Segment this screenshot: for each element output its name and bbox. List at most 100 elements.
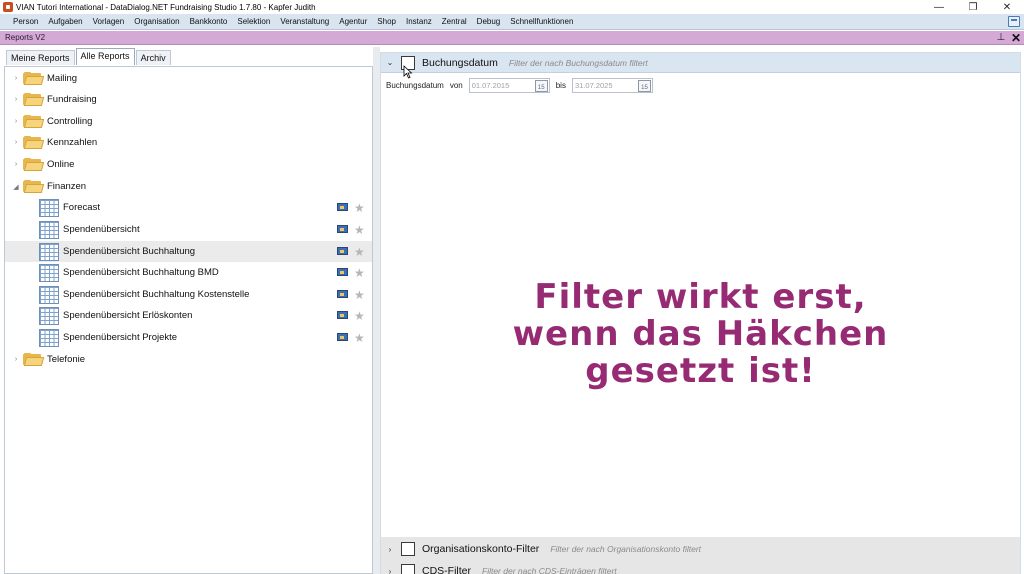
filter-enable-checkbox[interactable]: [401, 542, 415, 556]
expand-arrow-icon[interactable]: ›: [13, 96, 19, 103]
favorite-star-icon[interactable]: ★: [354, 331, 365, 345]
folder-label: Telefonie: [47, 354, 86, 365]
report-table-icon: [39, 198, 59, 217]
to-date-input[interactable]: 31.07.2025 15: [571, 78, 653, 93]
menu-veranstaltung[interactable]: Veranstaltung: [275, 17, 334, 26]
date-range-row: Buchungsdatum von 01.07.2015 15 bis 31.0…: [386, 77, 659, 94]
report-label: Spendenübersicht Projekte: [63, 332, 178, 343]
minimize-button[interactable]: —: [922, 0, 956, 14]
tab-alle-reports[interactable]: Alle Reports: [75, 48, 135, 65]
report-table-icon: [39, 328, 59, 347]
report-row[interactable]: Spendenübersicht ★: [5, 219, 372, 240]
report-row[interactable]: Forecast ★: [5, 197, 372, 218]
favorite-star-icon[interactable]: ★: [354, 288, 365, 302]
filter-header-organisationskonto[interactable]: › Organisationskonto-Filter Filter der n…: [381, 539, 1020, 559]
expand-arrow-icon[interactable]: ›: [13, 356, 19, 363]
report-row[interactable]: Spendenübersicht Erlöskonten ★: [5, 305, 372, 326]
open-report-icon[interactable]: [337, 202, 349, 213]
tutorial-annotation: Filter wirkt erst, wenn das Häkchen gese…: [381, 279, 1020, 390]
panel-splitter[interactable]: [373, 47, 380, 574]
filter-panel: ⌄ Buchungsdatum Filter der nach Buchungs…: [380, 52, 1021, 574]
from-date-input[interactable]: 01.07.2015 15: [468, 78, 550, 93]
report-table-icon: [39, 263, 59, 282]
open-report-icon[interactable]: [337, 246, 349, 257]
tab-archiv[interactable]: Archiv: [135, 50, 171, 65]
close-document-button[interactable]: ✕: [1008, 31, 1024, 45]
maximize-button[interactable]: ❐: [956, 0, 990, 14]
menu-organisation[interactable]: Organisation: [129, 17, 184, 26]
favorite-star-icon[interactable]: ★: [354, 201, 365, 215]
folder-row-mailing[interactable]: › Mailing: [5, 68, 372, 89]
folder-icon: [23, 115, 45, 128]
calendar-icon[interactable]: 15: [637, 79, 651, 92]
collapse-arrow-icon[interactable]: ◢: [13, 183, 19, 191]
menu-aufgaben[interactable]: Aufgaben: [43, 17, 87, 26]
expand-chevron-icon[interactable]: ›: [383, 567, 397, 574]
report-row-selected[interactable]: Spendenübersicht Buchhaltung ★: [5, 241, 372, 262]
reports-tabs: Meine Reports Alle Reports Archiv: [6, 48, 172, 65]
app-logo-icon: [3, 2, 13, 12]
filter-enable-checkbox[interactable]: [401, 564, 415, 574]
report-table-icon: [39, 242, 59, 261]
expand-arrow-icon[interactable]: ›: [13, 75, 19, 82]
menu-shop[interactable]: Shop: [372, 17, 401, 26]
report-row[interactable]: Spendenübersicht Buchhaltung BMD ★: [5, 262, 372, 283]
folder-label: Mailing: [47, 73, 78, 84]
menu-zentral[interactable]: Zentral: [437, 17, 472, 26]
report-table-icon: [39, 220, 59, 239]
open-report-icon[interactable]: [337, 289, 349, 300]
date-row-label: Buchungsdatum: [386, 81, 444, 90]
window-layout-icon[interactable]: [1008, 16, 1020, 27]
folder-row-fundraising[interactable]: › Fundraising: [5, 89, 372, 110]
folder-row-online[interactable]: › Online: [5, 154, 372, 175]
window-title: VIAN Tutori International - DataDialog.N…: [16, 2, 316, 12]
report-label: Spendenübersicht Erlöskonten: [63, 310, 193, 321]
expand-arrow-icon[interactable]: ›: [13, 118, 19, 125]
open-report-icon[interactable]: [337, 332, 349, 343]
menu-agentur[interactable]: Agentur: [334, 17, 372, 26]
favorite-star-icon[interactable]: ★: [354, 266, 365, 280]
filter-header-buchungsdatum[interactable]: ⌄ Buchungsdatum Filter der nach Buchungs…: [381, 53, 1020, 73]
menu-schnellfunktionen[interactable]: Schnellfunktionen: [505, 17, 578, 26]
collapse-chevron-icon[interactable]: ⌄: [383, 58, 397, 67]
report-table-icon: [39, 285, 59, 304]
report-row[interactable]: Spendenübersicht Projekte ★: [5, 327, 372, 348]
report-tree: › Mailing › Fundraising › Controlling › …: [4, 66, 373, 574]
calendar-icon[interactable]: 15: [534, 79, 548, 92]
open-report-icon[interactable]: [337, 224, 349, 235]
filter-description: Filter der nach Organisationskonto filte…: [550, 544, 702, 554]
favorite-star-icon[interactable]: ★: [354, 245, 365, 259]
menu-vorlagen[interactable]: Vorlagen: [88, 17, 130, 26]
to-date-value: 31.07.2025: [574, 81, 613, 90]
report-label: Spendenübersicht Buchhaltung Kostenstell…: [63, 289, 250, 300]
window-titlebar: VIAN Tutori International - DataDialog.N…: [0, 0, 1024, 14]
open-report-icon[interactable]: [337, 310, 349, 321]
folder-label: Kennzahlen: [47, 137, 98, 148]
folder-icon: [23, 93, 45, 106]
open-report-icon[interactable]: [337, 267, 349, 278]
folder-row-kennzahlen[interactable]: › Kennzahlen: [5, 132, 372, 153]
menu-bankkonto[interactable]: Bankkonto: [185, 17, 233, 26]
folder-row-finanzen[interactable]: ◢ Finanzen: [5, 176, 372, 197]
tab-meine-reports[interactable]: Meine Reports: [6, 50, 75, 65]
report-label: Forecast: [63, 202, 100, 213]
expand-arrow-icon[interactable]: ›: [13, 139, 19, 146]
folder-row-controlling[interactable]: › Controlling: [5, 111, 372, 132]
menu-selektion[interactable]: Selektion: [232, 17, 275, 26]
expand-chevron-icon[interactable]: ›: [383, 545, 397, 554]
folder-icon: [23, 158, 45, 171]
menu-debug[interactable]: Debug: [472, 17, 506, 26]
pin-icon[interactable]: ⊥: [994, 32, 1008, 43]
favorite-star-icon[interactable]: ★: [354, 309, 365, 323]
expand-arrow-icon[interactable]: ›: [13, 161, 19, 168]
from-label: von: [449, 81, 463, 90]
folder-row-telefonie[interactable]: › Telefonie: [5, 349, 372, 370]
filter-header-cds[interactable]: › CDS-Filter Filter der nach CDS-Einträg…: [381, 561, 1020, 574]
menu-instanz[interactable]: Instanz: [401, 17, 437, 26]
favorite-star-icon[interactable]: ★: [354, 223, 365, 237]
close-window-button[interactable]: ✕: [990, 0, 1024, 14]
annotation-line: wenn das Häkchen: [512, 314, 889, 354]
menu-person[interactable]: Person: [8, 17, 43, 26]
report-label: Spendenübersicht: [63, 224, 140, 235]
report-row[interactable]: Spendenübersicht Buchhaltung Kostenstell…: [5, 284, 372, 305]
